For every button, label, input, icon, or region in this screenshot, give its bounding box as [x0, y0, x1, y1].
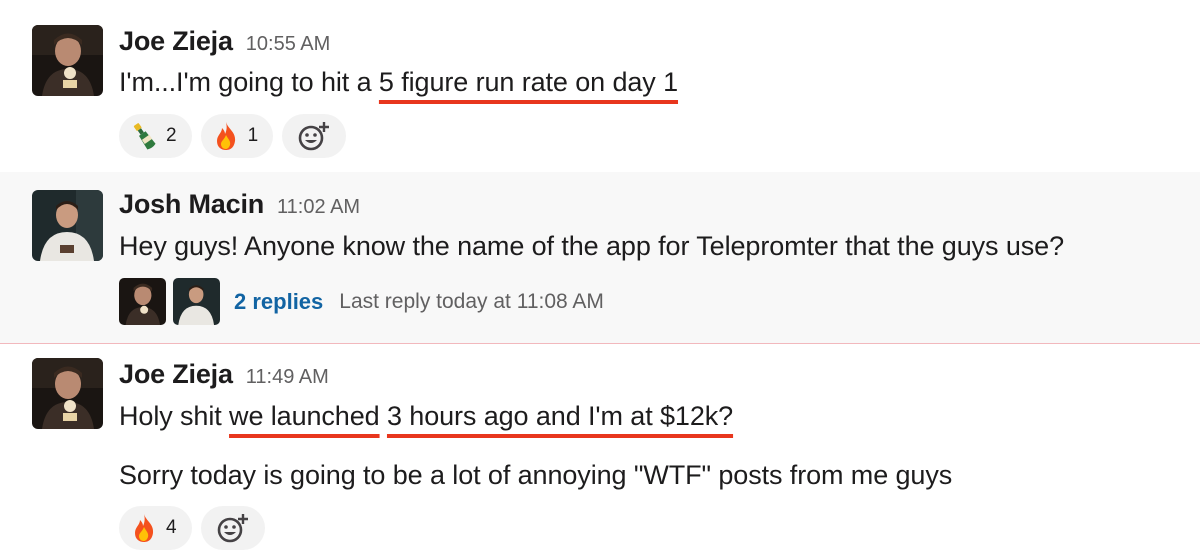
reaction-count: 2 [166, 125, 177, 146]
message-text: Holy shit we launched 3 hours ago and I'… [119, 401, 733, 432]
reply-avatar [173, 278, 220, 325]
add-reaction-button[interactable] [200, 506, 265, 550]
avatar[interactable] [32, 358, 103, 429]
message-text: Hey guys! Anyone know the name of the ap… [119, 231, 1064, 261]
underlined-text: 3 hours ago and I'm at $12k? [386, 401, 734, 431]
fire-icon [131, 513, 157, 543]
timestamp[interactable]: 11:49 AM [246, 366, 329, 389]
message-1: Joe Zieja 10:55 AM I'm...I'm going to hi… [0, 0, 1200, 172]
reactions-bar: 4 [119, 506, 265, 550]
add-emoji-icon [298, 122, 330, 151]
message-text-line-2: Sorry today is going to be a lot of anno… [119, 460, 953, 490]
message-3: Joe Zieja 11:49 AM Holy shit we launched… [0, 344, 1200, 560]
avatar[interactable] [32, 25, 103, 96]
reaction-fire[interactable]: 1 [200, 114, 274, 158]
message-header: Joe Zieja 11:49 AM [119, 359, 329, 390]
reaction-fire[interactable]: 4 [119, 506, 192, 550]
message-2: Josh Macin 11:02 AM Hey guys! Anyone kno… [0, 172, 1200, 343]
text-segment: I'm...I'm going to hit a [119, 67, 379, 97]
timestamp[interactable]: 11:02 AM [277, 196, 360, 219]
champagne-icon [131, 121, 157, 151]
add-emoji-icon [217, 514, 248, 543]
reaction-count: 1 [247, 125, 259, 146]
timestamp[interactable]: 10:55 AM [246, 33, 331, 56]
thread-summary[interactable]: 2 replies Last reply today at 11:08 AM [119, 278, 604, 325]
reply-avatar [119, 278, 166, 325]
underlined-text: we launched [229, 401, 380, 431]
message-header: Josh Macin 11:02 AM [119, 189, 360, 220]
text-segment [380, 401, 387, 431]
add-reaction-button[interactable] [282, 114, 347, 158]
reactions-bar: 2 1 [119, 114, 347, 158]
reaction-champagne[interactable]: 2 [119, 114, 192, 158]
replies-link[interactable]: 2 replies [234, 289, 323, 315]
message-header: Joe Zieja 10:55 AM [119, 26, 330, 57]
avatar[interactable] [32, 190, 103, 261]
author-name[interactable]: Josh Macin [119, 189, 264, 220]
fire-icon [213, 121, 239, 151]
reaction-count: 4 [166, 517, 177, 538]
text-segment: Holy shit [119, 401, 230, 431]
underlined-text: 5 figure run rate on day 1 [378, 67, 679, 97]
author-name[interactable]: Joe Zieja [119, 359, 233, 390]
last-reply-text: Last reply today at 11:08 AM [339, 289, 604, 313]
author-name[interactable]: Joe Zieja [119, 26, 233, 57]
message-text: I'm...I'm going to hit a 5 figure run ra… [119, 67, 678, 98]
